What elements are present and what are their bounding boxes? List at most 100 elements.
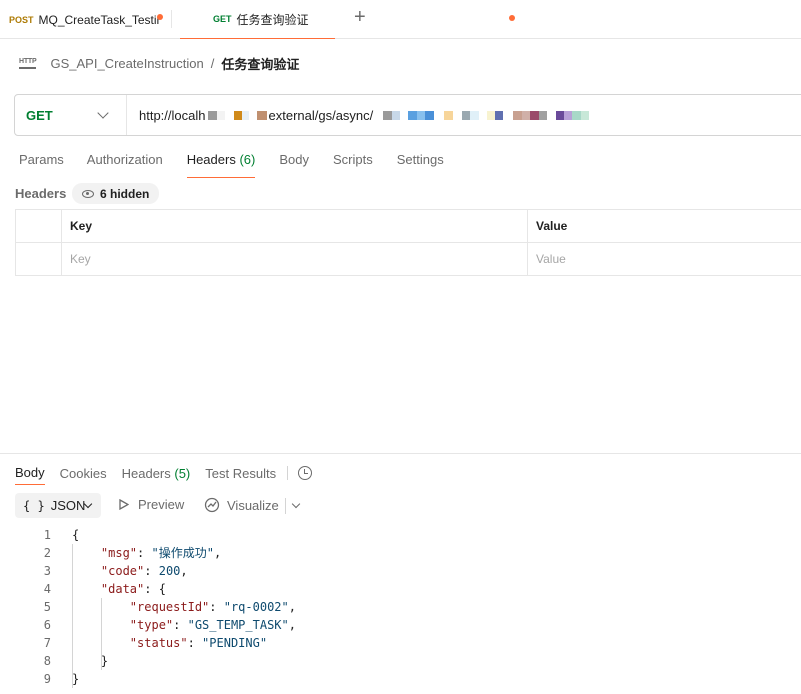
line-number: 7 xyxy=(43,636,51,650)
response-tab-cookies[interactable]: Cookies xyxy=(60,466,107,481)
plus-icon[interactable]: + xyxy=(354,7,366,27)
format-select[interactable]: { } JSON xyxy=(15,493,101,518)
chevron-down-icon xyxy=(97,107,109,119)
http-icon: HTTP xyxy=(19,58,37,69)
code-text: "requestId": "rq-0002", xyxy=(129,600,296,614)
code-line: 1 { xyxy=(0,526,801,544)
method-label: GET xyxy=(26,107,53,123)
value-column-header: Value xyxy=(536,219,568,233)
line-number: 6 xyxy=(43,618,51,632)
tab-settings[interactable]: Settings xyxy=(397,150,444,178)
code-text: { xyxy=(72,528,80,542)
line-number: 5 xyxy=(43,600,51,614)
response-headers-count: (5) xyxy=(174,465,191,481)
code-line: 4 "data": { xyxy=(0,580,801,598)
code-line: 9 } xyxy=(0,670,801,688)
tab-divider xyxy=(171,10,172,28)
divider xyxy=(287,466,289,480)
line-number: 9 xyxy=(43,672,51,686)
breadcrumb-current[interactable]: 任务查询验证 xyxy=(221,54,299,73)
key-input[interactable]: Key xyxy=(62,243,528,275)
breadcrumb-parent[interactable]: GS_API_CreateInstruction xyxy=(50,56,203,71)
url-prefix: http://localh xyxy=(139,107,206,123)
breadcrumb: HTTP GS_API_CreateInstruction / 任务查询验证 xyxy=(19,53,299,73)
row-checkbox-cell xyxy=(16,243,62,275)
tab-method-post: POST xyxy=(9,14,34,25)
url-path: external/gs/async/ xyxy=(268,107,374,123)
hidden-count: 6 hidden xyxy=(100,186,150,201)
headers-table: Key Value Key Value xyxy=(15,209,801,276)
code-text: "msg": "操作成功", xyxy=(100,546,222,560)
checkbox-column-header xyxy=(16,210,62,242)
tab-task-query[interactable]: GET 任务查询验证 xyxy=(180,0,515,39)
code-line: 8 } xyxy=(0,652,801,670)
chevron-down-icon[interactable] xyxy=(291,499,301,509)
json-key: "type" xyxy=(129,618,174,632)
history-icon[interactable] xyxy=(298,466,313,480)
tab-bar: POST MQ_CreateTask_Testir GET 任务查询验证 + xyxy=(0,0,801,39)
response-tab-headers[interactable]: Headers (5) xyxy=(122,466,191,481)
json-key: "msg" xyxy=(100,546,138,560)
hidden-headers-toggle[interactable]: 6 hidden xyxy=(72,183,160,204)
method-select[interactable]: GET xyxy=(15,95,127,135)
json-key: "data" xyxy=(100,582,145,596)
code-text: "status": "PENDING" xyxy=(129,636,268,650)
json-key: "requestId" xyxy=(129,600,210,614)
line-number: 4 xyxy=(43,582,51,596)
redacted-block xyxy=(207,110,267,120)
preview-button[interactable]: Preview xyxy=(119,497,184,512)
response-tabs: Body Cookies Headers (5) Test Results xyxy=(15,462,313,485)
unsaved-dot-icon xyxy=(509,15,515,21)
json-value: "PENDING" xyxy=(202,636,268,650)
line-number: 8 xyxy=(43,654,51,668)
visualize-icon xyxy=(204,497,220,513)
response-tab-body[interactable]: Body xyxy=(15,465,45,485)
code-text: } xyxy=(72,654,109,668)
breadcrumb-separator: / xyxy=(210,55,215,71)
json-value: "操作成功" xyxy=(151,546,214,560)
tab-label: 任务查询验证 xyxy=(236,12,309,27)
tab-scripts[interactable]: Scripts xyxy=(333,150,373,178)
line-number: 1 xyxy=(43,528,51,542)
format-label: JSON xyxy=(50,498,86,513)
line-number: 2 xyxy=(43,546,51,560)
json-value: "GS_TEMP_TASK" xyxy=(187,618,289,632)
visualize-label: Visualize xyxy=(227,497,279,513)
json-key: "status" xyxy=(129,636,188,650)
code-line: 5 "requestId": "rq-0002", xyxy=(0,598,801,616)
tab-body[interactable]: Body xyxy=(279,150,309,178)
code-text: "data": { xyxy=(100,582,166,596)
value-input[interactable]: Value xyxy=(528,243,801,275)
response-tab-test-results[interactable]: Test Results xyxy=(205,466,276,481)
json-value: 200 xyxy=(158,564,181,578)
tab-label: MQ_CreateTask_Testir xyxy=(38,12,161,27)
tab-authorization[interactable]: Authorization xyxy=(87,150,163,178)
tab-params[interactable]: Params xyxy=(19,150,64,178)
visualize-button[interactable]: Visualize xyxy=(204,497,279,513)
code-line: 6 "type": "GS_TEMP_TASK", xyxy=(0,616,801,634)
code-line: 2 "msg": "操作成功", xyxy=(0,544,801,562)
headers-section-label: Headers xyxy=(15,186,67,201)
line-number: 3 xyxy=(43,564,51,578)
json-value: "rq-0002" xyxy=(223,600,289,614)
url-bar: GET http://localh external/gs/async/ xyxy=(14,94,801,136)
tab-headers[interactable]: Headers (6) xyxy=(186,150,256,178)
eye-icon xyxy=(82,189,94,198)
redacted-block xyxy=(383,110,590,120)
json-key: "code" xyxy=(100,564,145,578)
json-braces-icon: { } xyxy=(23,498,45,513)
url-input[interactable]: http://localh external/gs/async/ xyxy=(139,95,590,135)
response-divider[interactable] xyxy=(0,453,801,454)
table-row: Key Value xyxy=(16,243,801,276)
code-text: } xyxy=(72,672,80,686)
preview-icon xyxy=(119,499,129,510)
code-text: "code": 200, xyxy=(100,564,188,578)
divider xyxy=(285,498,286,514)
unsaved-dot-icon xyxy=(157,14,163,20)
code-line: 7 "status": "PENDING" xyxy=(0,634,801,652)
table-header-row: Key Value xyxy=(16,210,801,243)
tab-mq-createtask[interactable]: POST MQ_CreateTask_Testir xyxy=(0,0,170,39)
request-tabs: Params Authorization Headers (6) Body Sc… xyxy=(19,150,444,178)
response-body-viewer[interactable]: 1 { 2 "msg": "操作成功", 3 "code": 200, 4 "d… xyxy=(0,526,801,688)
code-line: 3 "code": 200, xyxy=(0,562,801,580)
